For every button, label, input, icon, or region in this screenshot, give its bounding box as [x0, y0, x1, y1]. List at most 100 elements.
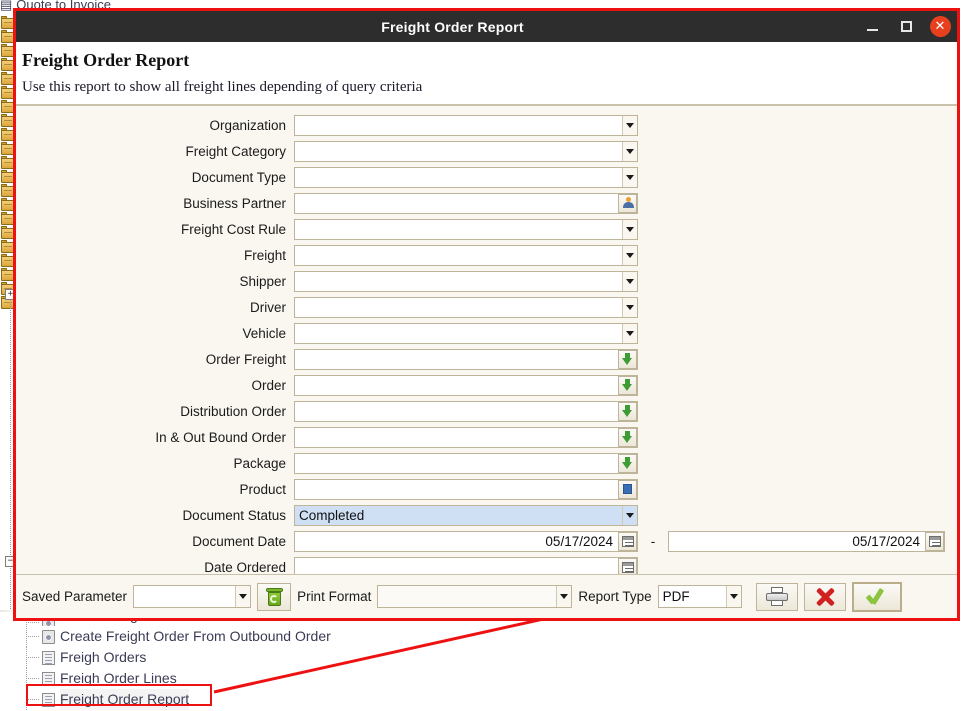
- field-row-date-ordered: Date Ordered: [16, 554, 957, 574]
- green-down-arrow-icon: [622, 431, 633, 443]
- chevron-down-icon[interactable]: [622, 323, 637, 343]
- field-label: Business Partner: [183, 195, 286, 211]
- field-row-vehicle: Vehicle: [16, 320, 957, 346]
- freight-combo[interactable]: [294, 244, 638, 266]
- chevron-down-icon[interactable]: [622, 167, 637, 187]
- field-label: Distribution Order: [180, 403, 286, 419]
- date-ordered-picker-button[interactable]: [618, 557, 637, 574]
- order-freight-input[interactable]: [294, 348, 638, 370]
- order-freight-lookup-button[interactable]: [618, 349, 637, 369]
- tree-guide-horizontal: [26, 622, 40, 623]
- tree-item-freigh-order-lines[interactable]: Freigh Order Lines: [0, 668, 560, 689]
- tree-item-label: Freigh Orders: [60, 649, 147, 665]
- vehicle-combo[interactable]: [294, 322, 638, 344]
- document-date-to-value: 05/17/2024: [852, 533, 920, 549]
- field-label: Product: [239, 481, 286, 497]
- chevron-down-icon[interactable]: [622, 505, 637, 525]
- shipper-combo[interactable]: [294, 270, 638, 292]
- chevron-down-icon[interactable]: [622, 297, 637, 317]
- field-label: Vehicle: [242, 325, 286, 341]
- field-label: Freight Cost Rule: [180, 221, 286, 237]
- date-ordered-from-input[interactable]: [294, 556, 638, 574]
- calendar-icon: [621, 535, 634, 547]
- freight-category-combo[interactable]: [294, 140, 638, 162]
- chevron-down-icon[interactable]: [622, 271, 637, 291]
- field-row-freight-category: Freight Category: [16, 138, 957, 164]
- green-down-arrow-icon: [622, 379, 633, 391]
- report-type-combo[interactable]: PDF: [657, 585, 742, 608]
- document-date-from-picker-button[interactable]: [618, 531, 637, 551]
- chevron-down-icon[interactable]: [556, 586, 572, 607]
- cancel-button[interactable]: [803, 582, 846, 611]
- document-date-from-input[interactable]: 05/17/2024: [294, 530, 638, 552]
- green-down-arrow-icon: [622, 457, 633, 469]
- chevron-down-icon[interactable]: [622, 141, 637, 161]
- order-lookup-button[interactable]: [618, 375, 637, 395]
- product-lookup-button[interactable]: [618, 479, 637, 499]
- saved-parameter-combo[interactable]: [133, 585, 252, 608]
- maximize-icon: [900, 21, 912, 32]
- dialog-titlebar[interactable]: Freight Order Report ✕: [16, 11, 957, 42]
- in-out-bound-order-input[interactable]: [294, 426, 638, 448]
- order-input[interactable]: [294, 374, 638, 396]
- print-button[interactable]: [755, 582, 798, 611]
- close-button[interactable]: ✕: [923, 11, 957, 42]
- document-date-from-value: 05/17/2024: [545, 533, 613, 549]
- chevron-down-icon[interactable]: [622, 219, 637, 239]
- field-row-in-out-bound-order: In & Out Bound Order: [16, 424, 957, 450]
- minimize-button[interactable]: [855, 11, 889, 42]
- package-input[interactable]: [294, 452, 638, 474]
- recycle-bin-icon: [265, 587, 283, 606]
- field-label: In & Out Bound Order: [155, 429, 286, 445]
- calendar-icon: [928, 535, 941, 547]
- maximize-button[interactable]: [889, 11, 923, 42]
- saved-parameter-label: Saved Parameter: [22, 589, 128, 604]
- document-date-to-picker-button[interactable]: [925, 531, 944, 551]
- tree-guide-horizontal: [26, 699, 40, 700]
- tree-guide-horizontal: [26, 636, 40, 637]
- calendar-icon: [621, 561, 634, 573]
- field-label: Freight: [243, 247, 286, 263]
- distribution-order-input[interactable]: [294, 400, 638, 422]
- field-row-organization: Organization: [16, 112, 957, 138]
- distribution-order-lookup-button[interactable]: [618, 401, 637, 421]
- document-status-combo[interactable]: Completed: [294, 504, 638, 526]
- package-lookup-button[interactable]: [618, 453, 637, 473]
- business-partner-lookup-button[interactable]: [618, 193, 637, 213]
- print-format-combo[interactable]: [377, 585, 573, 608]
- close-icon: ✕: [929, 16, 951, 37]
- tree-item-freigh-orders[interactable]: Freigh Orders: [0, 647, 560, 668]
- tree-guide-line: [10, 300, 11, 618]
- business-partner-input[interactable]: [294, 192, 638, 214]
- field-row-distribution-order: Distribution Order: [16, 398, 957, 424]
- field-label: Document Date: [192, 533, 286, 549]
- tree-item-label: Create Freight Order From Outbound Order: [60, 628, 331, 644]
- field-label: Shipper: [239, 273, 286, 289]
- freight-cost-rule-combo[interactable]: [294, 218, 638, 240]
- minimize-icon: [866, 28, 878, 31]
- in-out-bound-order-lookup-button[interactable]: [618, 427, 637, 447]
- field-label: Date Ordered: [204, 559, 286, 575]
- report-type-label: Report Type: [578, 589, 652, 604]
- field-row-document-type: Document Type: [16, 164, 957, 190]
- chevron-down-icon[interactable]: [235, 586, 251, 607]
- dialog-footer-toolbar: Saved Parameter Print Format Report Type…: [16, 574, 957, 618]
- organization-combo[interactable]: [294, 114, 638, 136]
- document-type-combo[interactable]: [294, 166, 638, 188]
- tree-item-create-freight-order-from-outbound-order[interactable]: Create Freight Order From Outbound Order: [0, 626, 560, 647]
- product-input[interactable]: [294, 478, 638, 500]
- tree-item-freight-order-report[interactable]: Freight Order Report: [0, 689, 560, 710]
- printer-icon: [765, 587, 788, 606]
- field-row-package: Package: [16, 450, 957, 476]
- ok-button[interactable]: [851, 581, 902, 612]
- red-x-icon: [815, 587, 835, 607]
- driver-combo[interactable]: [294, 296, 638, 318]
- field-label: Document Status: [182, 507, 286, 523]
- chevron-down-icon[interactable]: [725, 586, 741, 607]
- document-date-to-input[interactable]: 05/17/2024: [668, 530, 945, 552]
- criteria-form: Organization Freight Category Document T…: [16, 105, 957, 574]
- field-row-business-partner: Business Partner: [16, 190, 957, 216]
- chevron-down-icon[interactable]: [622, 245, 637, 265]
- delete-saved-parameter-button[interactable]: [257, 582, 292, 611]
- chevron-down-icon[interactable]: [622, 115, 637, 135]
